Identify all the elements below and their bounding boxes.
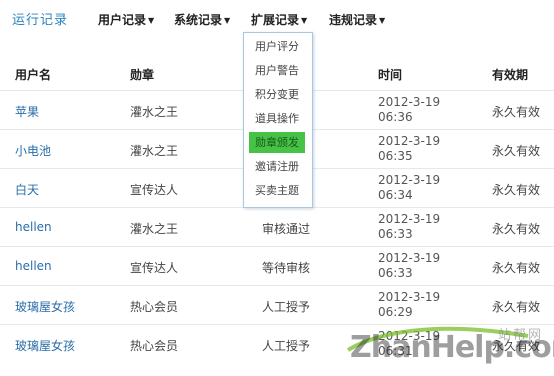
record-clock: 06:34 <box>378 188 413 202</box>
validity: 永久有效 <box>492 183 541 197</box>
watermark-subtext: 站帮网 <box>498 328 544 343</box>
caret-down-icon: ▼ <box>379 16 386 25</box>
menu-item-trade-thread[interactable]: 买卖主题 <box>249 180 305 201</box>
record-time: 2012-3-19 06:36 <box>378 95 440 125</box>
menu-item-user-rating[interactable]: 用户评分 <box>249 36 305 57</box>
record-clock: 06:36 <box>378 110 413 124</box>
record-date: 2012-3-19 <box>378 134 441 148</box>
watermark: ZhanHelp.com 站帮网 <box>328 320 554 376</box>
record-time: 2012-3-19 06:29 <box>378 290 440 320</box>
caret-down-icon: ▼ <box>148 16 155 25</box>
menu-item-prop-operation[interactable]: 道具操作 <box>249 108 305 129</box>
operation-status: 等待审核 <box>262 261 311 275</box>
record-time: 2012-3-19 06:33 <box>378 251 440 281</box>
user-link[interactable]: 玻璃屋女孩 <box>15 298 75 315</box>
menu-item-user-warning[interactable]: 用户警告 <box>249 60 305 81</box>
user-link[interactable]: 小电池 <box>15 142 51 159</box>
user-link[interactable]: 白天 <box>15 181 39 198</box>
medal-name: 灌水之王 <box>130 222 179 236</box>
record-clock: 06:33 <box>378 227 413 241</box>
validity: 永久有效 <box>492 105 541 119</box>
col-header-user: 用户名 <box>15 68 52 82</box>
user-link[interactable]: hellen <box>15 220 52 234</box>
validity: 永久有效 <box>492 144 541 158</box>
medal-name: 宣传达人 <box>130 183 179 197</box>
medal-name: 灌水之王 <box>130 144 179 158</box>
operation-status: 审核通过 <box>262 222 311 236</box>
record-date: 2012-3-19 <box>378 173 441 187</box>
record-date: 2012-3-19 <box>378 212 441 226</box>
record-clock: 06:35 <box>378 149 413 163</box>
nav-label: 违规记录 <box>329 13 378 27</box>
nav-extension-records[interactable]: 扩展记录 ▼ <box>251 11 307 28</box>
nav-label: 用户记录 <box>98 13 147 27</box>
validity: 永久有效 <box>492 222 541 236</box>
record-clock: 06:33 <box>378 266 413 280</box>
caret-down-icon: ▼ <box>301 16 308 25</box>
operation-status: 人工授予 <box>262 339 311 353</box>
nav-label: 系统记录 <box>174 13 223 27</box>
record-time: 2012-3-19 06:35 <box>378 134 440 164</box>
nav-label: 扩展记录 <box>251 13 300 27</box>
record-clock: 06:29 <box>378 305 413 319</box>
medal-name: 宣传达人 <box>130 261 179 275</box>
record-time: 2012-3-19 06:33 <box>378 212 440 242</box>
record-time: 2012-3-19 06:34 <box>378 173 440 203</box>
medal-name: 热心会员 <box>130 300 179 314</box>
validity: 永久有效 <box>492 261 541 275</box>
table-row: hellen 灌水之王 审核通过 2012-3-19 06:33 永久有效 <box>0 208 554 247</box>
extension-records-menu: 用户评分 用户警告 积分变更 道具操作 勋章颁发 邀请注册 买卖主题 <box>243 32 313 208</box>
operation-status: 人工授予 <box>262 300 311 314</box>
menu-item-invite-register[interactable]: 邀请注册 <box>249 156 305 177</box>
user-link[interactable]: 苹果 <box>15 103 39 120</box>
validity: 永久有效 <box>492 300 541 314</box>
caret-down-icon: ▼ <box>224 16 231 25</box>
nav-system-records[interactable]: 系统记录 ▼ <box>174 11 230 28</box>
medal-name: 灌水之王 <box>130 105 179 119</box>
col-header-time: 时间 <box>378 68 403 82</box>
record-date: 2012-3-19 <box>378 290 441 304</box>
medal-name: 热心会员 <box>130 339 179 353</box>
nav-user-records[interactable]: 用户记录 ▼ <box>98 11 154 28</box>
record-date: 2012-3-19 <box>378 251 441 265</box>
menu-item-medal-award[interactable]: 勋章颁发 <box>249 132 305 153</box>
record-date: 2012-3-19 <box>378 95 441 109</box>
user-link[interactable]: 玻璃屋女孩 <box>15 337 75 354</box>
menu-item-credit-change[interactable]: 积分变更 <box>249 84 305 105</box>
table-row: hellen 宣传达人 等待审核 2012-3-19 06:33 永久有效 <box>0 247 554 286</box>
col-header-medal: 勋章 <box>130 68 155 82</box>
user-link[interactable]: hellen <box>15 259 52 273</box>
col-header-valid: 有效期 <box>492 68 529 82</box>
page-title: 运行记录 <box>12 13 69 28</box>
nav-violation-records[interactable]: 违规记录 ▼ <box>329 11 385 28</box>
